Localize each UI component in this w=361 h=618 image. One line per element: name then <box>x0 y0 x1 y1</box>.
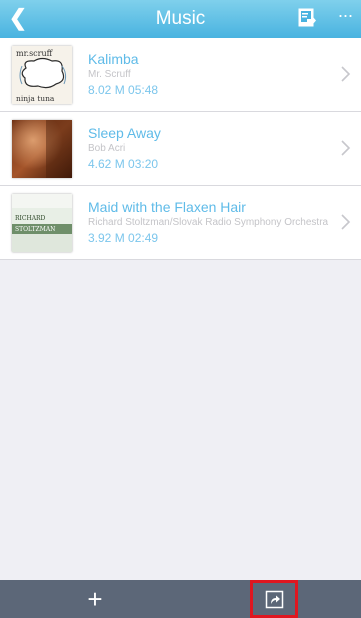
track-meta: 8.02 M 05:48 <box>88 83 159 97</box>
track-artist: Bob Acri <box>88 143 126 154</box>
chevron-right-icon <box>339 138 353 158</box>
bottom-toolbar: + <box>0 580 361 618</box>
navigation-bar: ❮ Music ··· <box>0 0 361 38</box>
cover-text-1: RICHARD <box>15 215 46 222</box>
track-meta: 4.62 M 03:20 <box>88 157 159 171</box>
share-icon <box>265 590 284 609</box>
album-cover: RICHARD STOLTZMAN <box>12 194 72 252</box>
chevron-right-icon <box>339 212 353 232</box>
track-meta: 3.92 M 02:49 <box>88 231 159 245</box>
cover-top-text: mr.scruff <box>16 49 54 58</box>
add-button[interactable]: + <box>83 585 107 613</box>
list-item[interactable]: mr.scruff ninja tuna Kalimba Mr. Scruff … <box>0 38 361 112</box>
list-item[interactable]: Sleep Away Bob Acri 4.62 M 03:20 <box>0 112 361 186</box>
share-button[interactable] <box>250 580 298 618</box>
list-item[interactable]: RICHARD STOLTZMAN Maid with the Flaxen H… <box>0 186 361 260</box>
chevron-right-icon <box>339 64 353 84</box>
album-cover <box>12 120 72 178</box>
track-title: Sleep Away <box>88 125 161 141</box>
cover-text-2: STOLTZMAN <box>15 226 55 233</box>
album-cover: mr.scruff ninja tuna <box>12 46 72 104</box>
track-title: Kalimba <box>88 51 139 67</box>
document-icon[interactable] <box>298 8 316 28</box>
track-list: mr.scruff ninja tuna Kalimba Mr. Scruff … <box>0 38 361 260</box>
track-artist: Mr. Scruff <box>88 69 131 80</box>
cover-bottom-text: ninja tuna <box>16 94 55 103</box>
track-title: Maid with the Flaxen Hair <box>88 199 246 215</box>
track-artist: Richard Stoltzman/Slovak Radio Symphony … <box>88 217 329 228</box>
more-options-icon[interactable]: ··· <box>334 6 356 28</box>
